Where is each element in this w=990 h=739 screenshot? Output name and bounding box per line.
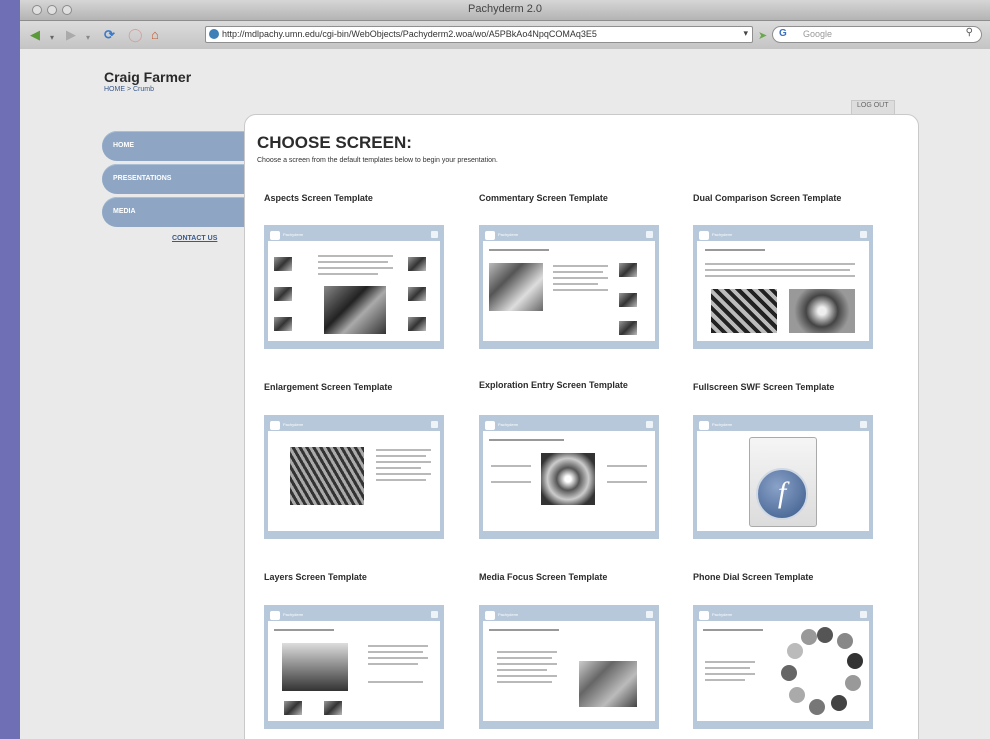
close-icon	[860, 231, 867, 238]
thumb-app-label: Pachyderm	[712, 422, 733, 427]
template-card-fullscreen-swf[interactable]: Fullscreen SWF Screen Template	[693, 382, 883, 406]
thumb-app-label: Pachyderm	[498, 232, 519, 237]
forward-dropdown-icon[interactable]: ▾	[86, 30, 90, 46]
close-icon	[860, 611, 867, 618]
template-name[interactable]: Commentary Screen Template	[479, 193, 669, 217]
pachyderm-logo-icon	[485, 421, 495, 430]
template-thumbnail-phone-dial[interactable]: Pachyderm	[693, 605, 873, 729]
browser-window: Pachyderm 2.0 ◀ ▾ ▶ ▾ ⟳ ◯ ⌂ http://mdlpa…	[20, 0, 990, 739]
page-subtitle: Choose a screen from the default templat…	[257, 157, 498, 164]
template-thumbnail-fullscreen-swf[interactable]: Pachyderm f	[693, 415, 873, 539]
flash-file-icon: f	[749, 437, 817, 527]
template-name[interactable]: Dual Comparison Screen Template	[693, 193, 883, 217]
stop-icon[interactable]: ◯	[128, 27, 143, 43]
thumb-app-label: Pachyderm	[283, 232, 304, 237]
thumb-app-label: Pachyderm	[283, 422, 304, 427]
home-icon[interactable]: ⌂	[151, 27, 159, 43]
page-content: Craig Farmer HOME > Crumb LOG OUT HOME P…	[20, 49, 990, 739]
pachyderm-logo-icon	[485, 231, 495, 240]
sidebar-item-home[interactable]: HOME	[102, 131, 252, 161]
template-name[interactable]: Aspects Screen Template	[264, 193, 454, 217]
template-name[interactable]: Fullscreen SWF Screen Template	[693, 382, 883, 406]
pachyderm-logo-icon	[699, 421, 709, 430]
address-bar[interactable]: http://mdlpachy.umn.edu/cgi-bin/WebObjec…	[205, 26, 753, 43]
template-card-commentary[interactable]: Commentary Screen Template	[479, 193, 669, 217]
pachyderm-logo-icon	[699, 231, 709, 240]
close-icon	[646, 611, 653, 618]
browser-toolbar: ◀ ▾ ▶ ▾ ⟳ ◯ ⌂ http://mdlpachy.umn.edu/cg…	[20, 21, 990, 50]
page-title: CHOOSE SCREEN:	[257, 133, 412, 152]
globe-icon	[209, 29, 219, 39]
close-icon	[431, 421, 438, 428]
close-icon	[646, 231, 653, 238]
thumb-app-label: Pachyderm	[498, 612, 519, 617]
close-icon	[646, 421, 653, 428]
template-thumbnail-dual-comparison[interactable]: Pachyderm	[693, 225, 873, 349]
template-card-exploration-entry[interactable]: Exploration Entry Screen Template	[479, 380, 669, 404]
window-title: Pachyderm 2.0	[468, 3, 542, 15]
pachyderm-logo-icon	[270, 231, 280, 240]
template-card-phone-dial[interactable]: Phone Dial Screen Template	[693, 572, 883, 596]
back-dropdown-icon[interactable]: ▾	[50, 30, 54, 46]
template-thumbnail-enlargement[interactable]: Pachyderm	[264, 415, 444, 539]
template-thumbnail-media-focus[interactable]: Pachyderm	[479, 605, 659, 729]
search-placeholder: Google	[803, 29, 833, 39]
google-icon[interactable]: G	[779, 28, 787, 39]
sidebar-nav: HOME PRESENTATIONS MEDIA	[102, 131, 252, 230]
close-icon	[431, 231, 438, 238]
template-card-media-focus[interactable]: Media Focus Screen Template	[479, 572, 669, 596]
template-name[interactable]: Layers Screen Template	[264, 572, 454, 596]
forward-arrow-icon[interactable]: ▶	[66, 27, 76, 43]
thumb-app-label: Pachyderm	[712, 612, 733, 617]
template-thumbnail-aspects[interactable]: Pachyderm	[264, 225, 444, 349]
template-name[interactable]: Enlargement Screen Template	[264, 382, 454, 406]
search-field[interactable]: G Google ⚲	[772, 26, 982, 43]
template-name[interactable]: Phone Dial Screen Template	[693, 572, 883, 596]
template-card-layers[interactable]: Layers Screen Template	[264, 572, 454, 596]
go-arrow-icon[interactable]: ➤	[758, 28, 767, 44]
template-name[interactable]: Exploration Entry Screen Template	[479, 380, 669, 404]
thumb-app-label: Pachyderm	[498, 422, 519, 427]
close-icon	[860, 421, 867, 428]
url-dropdown-icon[interactable]: ▾	[743, 28, 748, 39]
pachyderm-logo-icon	[485, 611, 495, 620]
pachyderm-logo-icon	[270, 421, 280, 430]
template-thumbnail-commentary[interactable]: Pachyderm	[479, 225, 659, 349]
title-bar: Pachyderm 2.0	[20, 0, 990, 21]
choose-screen-panel: CHOOSE SCREEN: Choose a screen from the …	[244, 114, 919, 739]
sidebar-item-media[interactable]: MEDIA	[102, 197, 252, 227]
search-icon[interactable]: ⚲	[966, 27, 973, 38]
template-thumbnail-exploration-entry[interactable]: Pachyderm	[479, 415, 659, 539]
close-icon	[431, 611, 438, 618]
template-card-aspects[interactable]: Aspects Screen Template	[264, 193, 454, 217]
contact-us-link[interactable]: CONTACT US	[172, 235, 217, 242]
template-card-dual-comparison[interactable]: Dual Comparison Screen Template	[693, 193, 883, 217]
url-text: http://mdlpachy.umn.edu/cgi-bin/WebObjec…	[222, 29, 597, 39]
template-name[interactable]: Media Focus Screen Template	[479, 572, 669, 596]
template-card-enlargement[interactable]: Enlargement Screen Template	[264, 382, 454, 406]
user-name: Craig Farmer	[104, 69, 192, 85]
pachyderm-logo-icon	[270, 611, 280, 620]
reload-icon[interactable]: ⟳	[104, 27, 115, 43]
back-arrow-icon[interactable]: ◀	[30, 27, 40, 43]
thumb-app-label: Pachyderm	[712, 232, 733, 237]
breadcrumb[interactable]: HOME > Crumb	[104, 86, 154, 93]
sidebar-item-presentations[interactable]: PRESENTATIONS	[102, 164, 252, 194]
pachyderm-logo-icon	[699, 611, 709, 620]
template-thumbnail-layers[interactable]: Pachyderm	[264, 605, 444, 729]
thumb-app-label: Pachyderm	[283, 612, 304, 617]
